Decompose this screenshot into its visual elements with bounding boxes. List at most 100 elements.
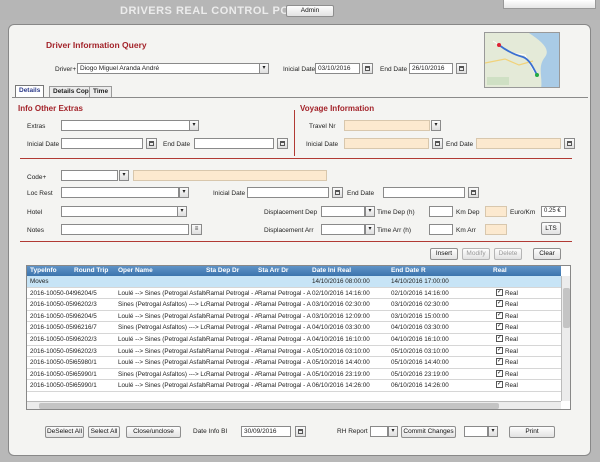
column-header[interactable]: TypeInfo <box>30 267 57 274</box>
initial-date-field[interactable]: 03/10/2016 <box>315 63 360 74</box>
commit-changes-button[interactable]: Commit Changes <box>401 426 456 438</box>
table-row[interactable]: 2016-10050-050 96204/5 Loulé --> Sines (Pe… <box>27 310 561 323</box>
notes-label: Notes <box>27 227 44 234</box>
admin-button[interactable]: Admin <box>286 5 334 17</box>
notes-field[interactable] <box>61 224 189 235</box>
print-button[interactable]: Print <box>509 426 555 438</box>
notes-expand-icon[interactable]: ≡ <box>191 224 202 235</box>
table-cell: 96204/5 <box>74 312 97 320</box>
driver-dropdown-button[interactable]: ▾ <box>259 63 269 74</box>
loc-rest-select[interactable] <box>61 187 179 198</box>
vertical-scrollbar[interactable] <box>561 276 570 401</box>
column-header[interactable]: Oper Name <box>118 267 153 274</box>
displacement-dep-dropdown-button[interactable]: ▾ <box>365 206 375 217</box>
real-checkbox[interactable]: ✓ <box>496 381 503 389</box>
travel-nr-select[interactable] <box>344 120 430 131</box>
tab-details[interactable]: Details <box>15 85 45 97</box>
calendar-icon[interactable] <box>468 187 479 198</box>
tab-details-cop[interactable]: Details Cop <box>49 86 93 97</box>
window-control[interactable] <box>503 0 596 9</box>
column-header[interactable]: Round Trip <box>74 267 108 274</box>
column-header[interactable]: Sta Arr Dr <box>258 267 288 274</box>
rh-report-dropdown-button[interactable]: ▾ <box>388 426 398 437</box>
table-row[interactable]: 2016-10050-050 65990/1 Loulé --> Sines (Pe… <box>27 380 561 392</box>
real-checkbox[interactable]: ✓ <box>496 300 503 308</box>
real-checkbox[interactable]: ✓ <box>496 369 503 377</box>
calendar-icon[interactable] <box>432 138 443 149</box>
extras-inicial-date-field[interactable] <box>61 138 143 149</box>
code-select[interactable] <box>61 170 118 181</box>
table-row[interactable]: 2016-10050-050 65990/1 Sines (Petrogal Asf… <box>27 368 561 381</box>
table-row[interactable]: 2016-10050-050 96202/3 Sines (Petrogal Asf… <box>27 299 561 311</box>
table-row[interactable]: 2016-10050-050 65980/1 Loulé --> Sines (Pe… <box>27 357 561 369</box>
real-checkbox[interactable]: ✓ <box>496 311 503 319</box>
time-dep-field[interactable] <box>429 206 453 217</box>
driver-select[interactable]: Diogo Miguel Aranda André <box>77 63 260 74</box>
deselect-all-button[interactable]: DeSelect All <box>45 426 84 438</box>
displacement-arr-dropdown-button[interactable]: ▾ <box>365 224 375 235</box>
calendar-icon[interactable] <box>332 187 343 198</box>
real-checkbox[interactable]: ✓ <box>496 346 503 354</box>
table-row[interactable]: 2016-10050-050 96216/7 Sines (Petrogal Asf… <box>27 322 561 334</box>
calendar-icon[interactable] <box>362 63 373 74</box>
tab-time[interactable]: Time <box>89 86 113 97</box>
date-info-field[interactable]: 30/09/2016 <box>241 426 291 437</box>
scroll-thumb[interactable] <box>39 403 499 409</box>
time-arr-field[interactable] <box>429 224 453 235</box>
end-date-field[interactable]: 26/10/2016 <box>409 63 453 74</box>
travel-nr-dropdown-button[interactable]: ▾ <box>431 120 441 131</box>
table-cell: Loulé --> Sines (Petrogal Asfaltos) --->… <box>118 347 206 355</box>
column-header[interactable]: Real <box>493 267 507 274</box>
column-header[interactable]: Date Ini Real <box>312 267 351 274</box>
horizontal-scrollbar[interactable] <box>27 401 561 409</box>
clear-button[interactable]: Clear <box>533 248 561 260</box>
extras-select[interactable] <box>61 120 190 131</box>
insert-button[interactable]: Insert <box>430 248 458 260</box>
voyage-end-date-field[interactable] <box>476 138 561 149</box>
commit-dropdown-button[interactable]: ▾ <box>488 426 498 437</box>
table-row[interactable]: Moves 14/10/2016 08:00:00 14/10/2016 17:00… <box>27 276 561 288</box>
scroll-thumb[interactable] <box>563 288 570 328</box>
real-checkbox[interactable]: ✓ <box>496 358 503 366</box>
displacement-dep-select[interactable] <box>321 206 365 217</box>
table-cell: Ramal Petrogal - A <box>258 370 311 378</box>
calendar-icon[interactable] <box>146 138 157 149</box>
table-row[interactable]: 2016-10050-049 96204/5 Loulé --> Sines (Pe… <box>27 287 561 300</box>
euro-km-field[interactable]: 0.25 € <box>541 206 566 217</box>
real-checkbox[interactable]: ✓ <box>496 335 503 342</box>
real-checkbox[interactable]: ✓ <box>496 288 503 296</box>
real-checkbox[interactable]: ✓ <box>496 323 503 331</box>
table-row[interactable]: 2016-10050-050 96202/3 Loulé --> Sines (Pe… <box>27 334 561 346</box>
initial-date-label: Inicial Date <box>283 66 316 73</box>
loc-rest-label: Loc Rest <box>27 190 53 197</box>
moves-table[interactable]: TypeInfo Round Trip Oper Name Sta Dep Dr… <box>26 265 571 410</box>
loc-rest-dropdown-button[interactable]: ▾ <box>179 187 189 198</box>
commit-select[interactable] <box>464 426 488 437</box>
close-unclose-button[interactable]: Close/unclose <box>126 426 181 438</box>
column-header[interactable]: End Date R <box>391 267 426 274</box>
table-row[interactable]: 2016-10050-050 96202/3 Loulé --> Sines (Pe… <box>27 345 561 358</box>
code-dropdown-button[interactable]: ▾ <box>119 170 129 181</box>
delete-button[interactable]: Delete <box>494 248 522 260</box>
modify-button[interactable]: Modify <box>462 248 490 260</box>
column-header[interactable]: Sta Dep Dr <box>206 267 239 274</box>
extras-end-date-field[interactable] <box>194 138 274 149</box>
table-cell: 65990/1 <box>74 382 97 390</box>
calendar-icon[interactable] <box>295 426 306 437</box>
extras-dropdown-button[interactable]: ▾ <box>189 120 199 131</box>
lts-button[interactable]: LTS <box>541 222 561 235</box>
table-cell: Ramal Petrogal - A <box>206 347 258 355</box>
calendar-icon[interactable] <box>277 138 288 149</box>
select-all-button[interactable]: Select All <box>88 426 120 438</box>
form-inicial-date-field[interactable] <box>247 187 329 198</box>
hotel-select[interactable] <box>61 206 178 217</box>
table-cell: 14/10/2016 17:00:00 <box>391 278 449 285</box>
rh-report-select[interactable] <box>370 426 388 437</box>
voyage-inicial-date-field[interactable] <box>344 138 429 149</box>
calendar-icon[interactable] <box>564 138 575 149</box>
form-end-date-field[interactable] <box>383 187 465 198</box>
calendar-icon[interactable] <box>456 63 467 74</box>
hotel-dropdown-button[interactable]: ▾ <box>177 206 187 217</box>
displacement-arr-select[interactable] <box>321 224 365 235</box>
section-divider <box>294 110 295 156</box>
